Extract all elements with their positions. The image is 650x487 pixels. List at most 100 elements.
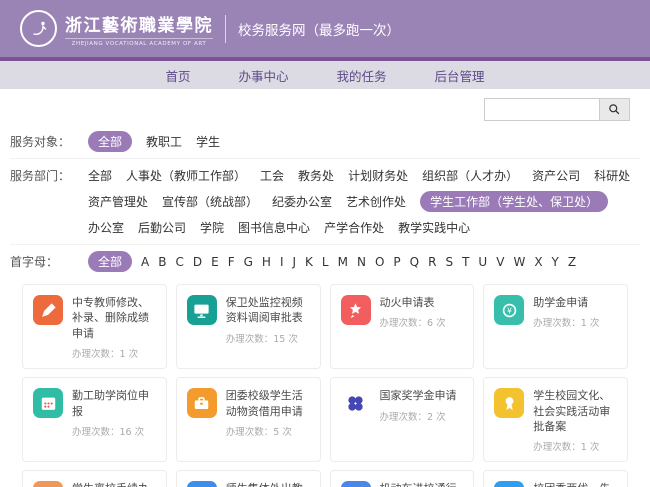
letter-option[interactable]: Q — [410, 253, 419, 271]
letter-option[interactable]: H — [262, 253, 271, 271]
calendar-icon — [33, 388, 63, 418]
dept-option[interactable]: 产学合作处 — [324, 217, 384, 238]
service-card[interactable]: 校团委两优一先评定材料申报 办理次数：1 次 — [483, 470, 628, 487]
dept-option[interactable]: 全部 — [88, 165, 112, 186]
card-count: 办理次数：15 次 — [226, 331, 312, 345]
service-card[interactable]: ¥ 助学金申请 办理次数：1 次 — [483, 284, 628, 369]
filter-row-initial: 首字母： 全部 A B C D E F G H I J K L M N O P … — [10, 244, 640, 278]
nav-admin[interactable]: 后台管理 — [435, 66, 485, 85]
letter-option[interactable]: A — [141, 253, 149, 271]
nav-service-center[interactable]: 办事中心 — [238, 66, 288, 85]
filter-options-target: 全部 教职工 学生 — [88, 131, 220, 152]
card-title[interactable]: 动火申请表 — [380, 295, 446, 310]
letter-option[interactable]: J — [293, 253, 297, 271]
dept-option[interactable]: 艺术创作处 — [346, 191, 406, 212]
search-button[interactable] — [600, 98, 630, 121]
letter-option[interactable]: U — [478, 253, 487, 271]
letter-option[interactable]: L — [322, 253, 329, 271]
letter-option[interactable]: F — [228, 253, 235, 271]
card-title[interactable]: 国家奖学金申请 — [380, 388, 457, 403]
dept-option[interactable]: 资产公司 — [532, 165, 580, 186]
dept-option[interactable]: 计划财务处 — [348, 165, 408, 186]
letter-option-all[interactable]: 全部 — [88, 251, 132, 272]
service-card[interactable]: 动火申请表 办理次数：6 次 — [330, 284, 475, 369]
service-card[interactable]: 学生离校手续办理 办理次数：8 次 — [22, 470, 167, 487]
card-title[interactable]: 机动车进校通行证申请 — [380, 481, 466, 487]
letter-option[interactable]: W — [513, 253, 525, 271]
letter-option[interactable]: I — [280, 253, 284, 271]
main-nav: 首页 办事中心 我的任务 后台管理 — [0, 61, 650, 89]
dept-option[interactable]: 图书信息中心 — [238, 217, 310, 238]
card-title[interactable]: 助学金申请 — [533, 295, 599, 310]
card-title[interactable]: 学生校园文化、社会实践活动审批备案 — [533, 388, 619, 434]
card-title[interactable]: 师生集体外出教育实践活动安全审批 — [226, 481, 312, 487]
letter-option[interactable]: X — [534, 253, 542, 271]
service-card[interactable]: 团委校级学生活动物资借用申请 办理次数：5 次 — [176, 377, 321, 462]
letter-option[interactable]: D — [193, 253, 202, 271]
nav-home[interactable]: 首页 — [165, 66, 190, 85]
filter-options-department: 全部 人事处（教师工作部） 工会 教务处 计划财务处 组织部（人才办） 资产公司… — [88, 165, 640, 238]
dept-option[interactable]: 资产管理处 — [88, 191, 148, 212]
person-leave-icon — [33, 481, 63, 487]
dept-option[interactable]: 教务处 — [298, 165, 334, 186]
letter-option[interactable]: M — [338, 253, 348, 271]
dept-option[interactable]: 工会 — [260, 165, 284, 186]
letter-option[interactable]: B — [158, 253, 166, 271]
target-option-staff[interactable]: 教职工 — [146, 131, 182, 152]
service-card[interactable]: 师生集体外出教育实践活动安全审批 办理次数：49 次 — [176, 470, 321, 487]
dept-option[interactable]: 后勤公司 — [138, 217, 186, 238]
target-option-all[interactable]: 全部 — [88, 131, 132, 152]
service-card[interactable]: 机动车进校通行证申请 办理次数：45 次 — [330, 470, 475, 487]
filter-label-department: 服务部门： — [10, 165, 88, 184]
filter-panel: 服务对象： 全部 教职工 学生 服务部门： 全部 人事处（教师工作部） 工会 教… — [0, 125, 650, 278]
dept-option[interactable]: 组织部（人才办） — [422, 165, 518, 186]
letter-option[interactable]: O — [375, 253, 384, 271]
letter-option[interactable]: Y — [552, 253, 559, 271]
letter-option[interactable]: C — [175, 253, 183, 271]
service-card[interactable]: 勤工助学岗位申报 办理次数：16 次 — [22, 377, 167, 462]
target-option-student[interactable]: 学生 — [196, 131, 220, 152]
dept-option[interactable]: 宣传部（统战部） — [162, 191, 258, 212]
search-row — [0, 89, 650, 125]
service-card-grid: 中专教师修改、补录、删除成绩申请 办理次数：1 次 保卫处监控视频资料调阅审批表… — [0, 278, 650, 487]
letter-option[interactable]: K — [305, 253, 313, 271]
service-card[interactable]: 学生校园文化、社会实践活动审批备案 办理次数：1 次 — [483, 377, 628, 462]
dept-option[interactable]: 教学实践中心 — [398, 217, 470, 238]
header-divider — [225, 15, 226, 43]
letter-option[interactable]: G — [244, 253, 253, 271]
card-count: 办理次数：2 次 — [380, 409, 457, 423]
card-title[interactable]: 保卫处监控视频资料调阅审批表 — [226, 295, 312, 326]
letter-option[interactable]: P — [393, 253, 400, 271]
card-count: 办理次数：16 次 — [72, 424, 158, 438]
card-title[interactable]: 团委校级学生活动物资借用申请 — [226, 388, 312, 419]
letter-option[interactable]: T — [462, 253, 469, 271]
card-title[interactable]: 学生离校手续办理 — [72, 481, 158, 487]
dept-option-selected[interactable]: 学生工作部（学生处、保卫处） — [420, 191, 608, 212]
nav-my-tasks[interactable]: 我的任务 — [337, 66, 387, 85]
card-count: 办理次数：1 次 — [533, 439, 619, 453]
service-card[interactable]: 中专教师修改、补录、删除成绩申请 办理次数：1 次 — [22, 284, 167, 369]
briefcase-icon — [187, 388, 217, 418]
dept-option[interactable]: 办公室 — [88, 217, 124, 238]
svg-text:¥: ¥ — [507, 306, 512, 315]
filter-label-target: 服务对象： — [10, 131, 88, 150]
service-card[interactable]: 国家奖学金申请 办理次数：2 次 — [330, 377, 475, 462]
people-icon — [494, 481, 524, 487]
dept-option[interactable]: 纪委办公室 — [272, 191, 332, 212]
dept-option[interactable]: 科研处 — [594, 165, 630, 186]
search-input[interactable] — [484, 98, 600, 121]
letter-option[interactable]: E — [211, 253, 219, 271]
letter-option[interactable]: Z — [568, 253, 576, 271]
card-title[interactable]: 中专教师修改、补录、删除成绩申请 — [72, 295, 158, 341]
card-title[interactable]: 勤工助学岗位申报 — [72, 388, 158, 419]
letter-option[interactable]: N — [357, 253, 366, 271]
letter-option[interactable]: S — [445, 253, 453, 271]
school-logo — [20, 10, 57, 47]
dept-option[interactable]: 学院 — [200, 217, 224, 238]
dept-option[interactable]: 人事处（教师工作部） — [126, 165, 246, 186]
card-title[interactable]: 校团委两优一先评定材料申报 — [533, 481, 619, 487]
group-icon — [187, 481, 217, 487]
letter-option[interactable]: V — [496, 253, 504, 271]
service-card[interactable]: 保卫处监控视频资料调阅审批表 办理次数：15 次 — [176, 284, 321, 369]
letter-option[interactable]: R — [428, 253, 436, 271]
